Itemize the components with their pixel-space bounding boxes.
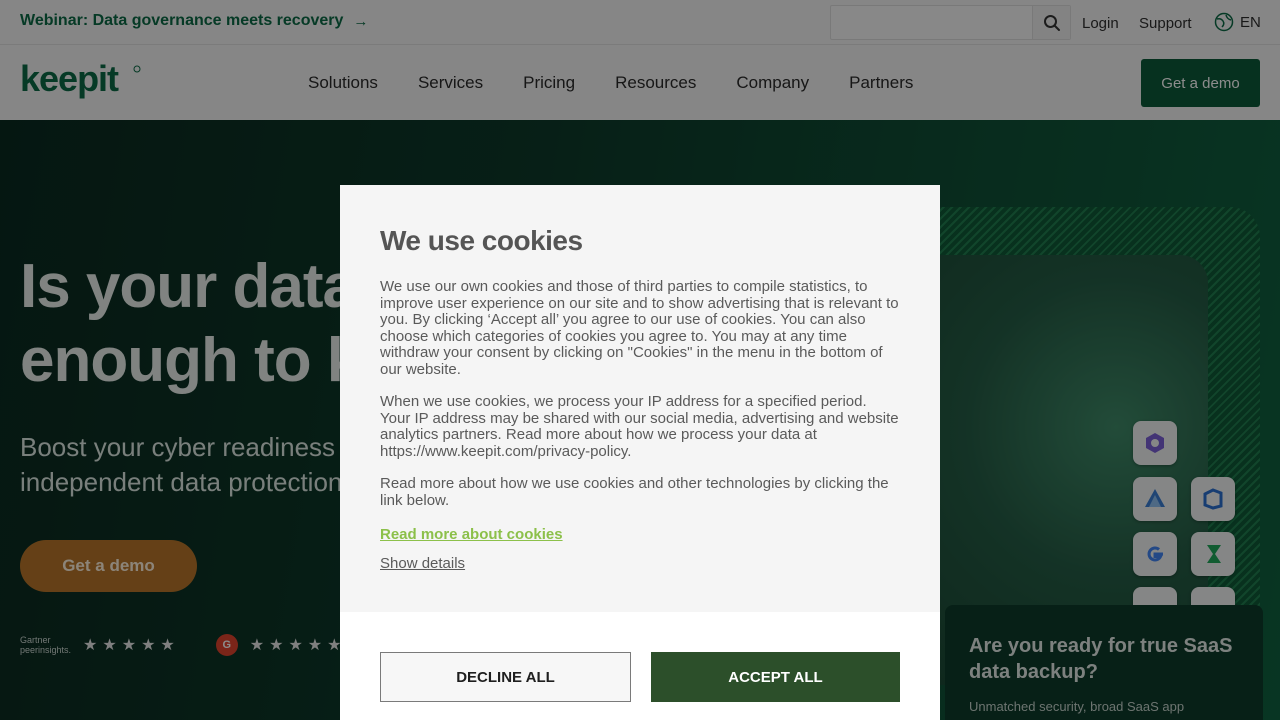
show-details-link[interactable]: Show details	[380, 555, 465, 572]
cookie-paragraph: Read more about how we use cookies and o…	[380, 475, 889, 509]
cookie-consent-dialog: We use cookies We use our own cookies an…	[340, 185, 940, 720]
decline-all-button[interactable]: DECLINE ALL	[380, 652, 631, 702]
cookie-paragraph: We use our own cookies and those of thir…	[380, 278, 899, 378]
cookie-dialog-footer: DECLINE ALL ACCEPT ALL	[340, 612, 940, 720]
cookie-paragraph: When we use cookies, we process your IP …	[380, 393, 899, 460]
read-more-cookies-link[interactable]: Read more about cookies	[380, 526, 563, 543]
cookie-dialog-body: We use our own cookies and those of thir…	[380, 278, 900, 525]
accept-all-button[interactable]: ACCEPT ALL	[651, 652, 900, 702]
cookie-dialog-title: We use cookies	[380, 225, 583, 256]
